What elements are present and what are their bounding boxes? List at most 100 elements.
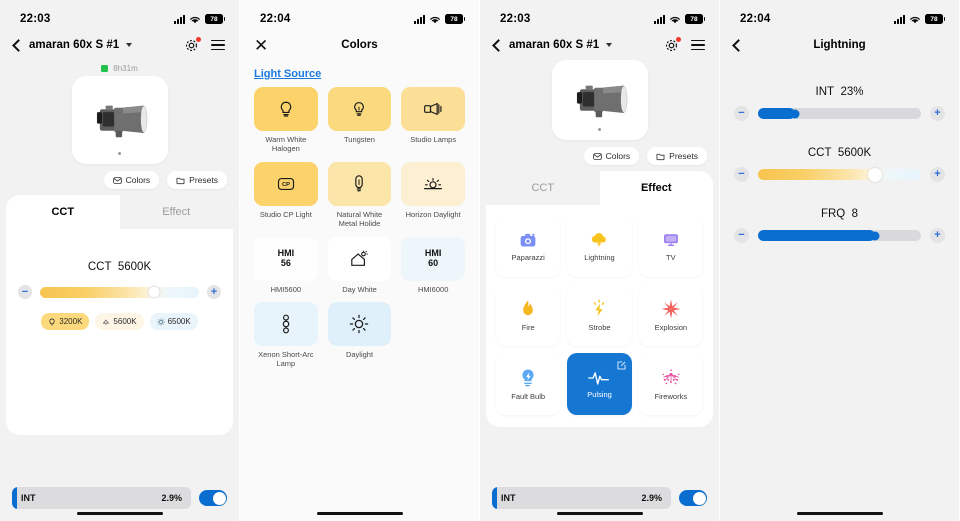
swatch-natural-white-metal-holide[interactable]: Natural White Metal Holide xyxy=(327,161,392,229)
swatch-horizon-daylight[interactable]: Horizon Daylight xyxy=(401,161,465,229)
colors-button[interactable]: Colors xyxy=(583,147,640,165)
tab-effect[interactable]: Effect xyxy=(599,171,713,205)
int-decrease-button[interactable]: − xyxy=(734,106,749,121)
presets-button[interactable]: Presets xyxy=(647,147,707,165)
cct-decrease-button[interactable]: − xyxy=(734,167,749,182)
preset-6500k[interactable]: 6500K xyxy=(149,313,198,330)
cct-slider-knob[interactable] xyxy=(147,285,161,299)
svg-text:CP: CP xyxy=(282,182,290,188)
gear-icon[interactable] xyxy=(184,36,201,53)
int-increase-button[interactable]: + xyxy=(930,106,945,121)
effect-explosion[interactable]: Explosion xyxy=(638,284,703,346)
gear-icon[interactable] xyxy=(664,36,681,53)
runtime-row: 8h31m xyxy=(101,64,138,73)
int-slider-track[interactable] xyxy=(758,108,921,119)
intensity-bar-row: INT 2.9% xyxy=(0,487,239,509)
chevron-down-icon[interactable] xyxy=(606,43,613,47)
chevron-left-icon[interactable] xyxy=(12,38,25,52)
tab-cct[interactable]: CCT xyxy=(486,171,600,205)
tab-cct[interactable]: CCT xyxy=(6,195,120,229)
cct-increase-button[interactable]: + xyxy=(207,285,221,299)
preset-3200k[interactable]: 3200K xyxy=(41,313,90,330)
cct-slider-track[interactable] xyxy=(758,167,921,182)
swatch-hmi5600[interactable]: HMI 56 HMI5600 xyxy=(254,236,318,294)
effect-pulsing[interactable]: Pulsing xyxy=(567,353,632,415)
chevron-down-icon[interactable] xyxy=(126,43,133,47)
hamburger-icon[interactable] xyxy=(211,39,225,51)
int-readout: INT 23% xyxy=(720,86,959,98)
cct-increase-button[interactable]: + xyxy=(930,167,945,182)
intensity-slider[interactable]: INT 2.9% xyxy=(492,487,671,509)
tube-bulb-icon xyxy=(355,174,364,192)
page-title: Lightning xyxy=(813,39,866,51)
swatch-daylight[interactable]: Daylight xyxy=(327,301,392,369)
swatch-day-white[interactable]: Day White xyxy=(327,236,392,294)
effect-fault-bulb[interactable]: Fault Bulb xyxy=(496,353,561,415)
cct-readout: CCT 5600K xyxy=(720,147,959,159)
swatch-label: Natural White Metal Holide xyxy=(336,209,383,229)
effect-paparazzi[interactable]: Paparazzi xyxy=(496,215,561,277)
cct-slider-row: − + xyxy=(6,273,233,299)
int-slider-knob[interactable] xyxy=(790,109,800,118)
device-hero: 8h31m xyxy=(0,60,239,164)
section-title-light-source[interactable]: Light Source xyxy=(240,60,479,84)
cct-slider-knob[interactable] xyxy=(868,167,883,182)
cct-preset-row: 3200K 5600K 6500K xyxy=(6,313,233,330)
frq-increase-button[interactable]: + xyxy=(930,228,945,243)
preset-5600k[interactable]: 5600K xyxy=(95,313,144,330)
frq-slider-knob[interactable] xyxy=(870,231,880,240)
power-toggle[interactable] xyxy=(679,490,707,506)
intensity-label: INT xyxy=(21,493,36,503)
swatch-tile: CP xyxy=(254,161,318,206)
bulb-icon xyxy=(354,102,365,116)
effect-strobe[interactable]: Strobe xyxy=(567,284,632,346)
effect-tv[interactable]: TV xyxy=(638,215,703,277)
swatch-warm-white-halogen[interactable]: Warm White Halogen xyxy=(254,87,318,154)
effect-lightning[interactable]: Lightning xyxy=(567,215,632,277)
cct-slider-track[interactable] xyxy=(40,285,199,299)
chevron-left-icon[interactable] xyxy=(732,38,745,52)
frq-decrease-button[interactable]: − xyxy=(734,228,749,243)
fault-bulb-icon xyxy=(522,369,534,386)
swatch-label: Horizon Daylight xyxy=(405,209,461,219)
swatch-studio-cp-light[interactable]: CP Studio CP Light xyxy=(254,161,318,229)
swatch-label: Warm White Halogen xyxy=(265,135,307,154)
swatch-hmi6000[interactable]: HMI 60 HMI6000 xyxy=(401,236,465,294)
effect-label: Paparazzi xyxy=(511,252,545,262)
swatch-label: Studio CP Light xyxy=(259,209,312,219)
effect-fire[interactable]: Fire xyxy=(496,284,561,346)
status-time: 22:03 xyxy=(20,13,51,25)
status-indicators: 78 xyxy=(174,14,225,24)
status-indicators: 78 xyxy=(414,14,465,24)
intensity-slider[interactable]: INT 2.9% xyxy=(12,487,191,509)
effect-label: Explosion xyxy=(654,322,688,332)
tab-effect-label: Effect xyxy=(640,182,672,194)
swatch-xenon-short-arc-lamp[interactable]: Xenon Short-Arc Lamp xyxy=(254,301,318,369)
explosion-icon xyxy=(661,298,681,319)
colors-button[interactable]: Colors xyxy=(103,171,160,189)
power-toggle[interactable] xyxy=(199,490,227,506)
battery-icon: 78 xyxy=(205,14,225,24)
device-card[interactable] xyxy=(551,60,648,140)
cct-decrease-button[interactable]: − xyxy=(18,285,32,299)
plus-icon: + xyxy=(210,285,218,298)
effect-fireworks[interactable]: Fireworks xyxy=(638,353,703,415)
tab-effect[interactable]: Effect xyxy=(119,195,233,229)
frq-slider-track[interactable] xyxy=(758,230,921,241)
chevron-left-icon[interactable] xyxy=(492,38,505,52)
frq-value: 8 xyxy=(851,208,859,220)
close-icon[interactable]: ✕ xyxy=(254,37,268,54)
effect-label: Fault Bulb xyxy=(511,391,546,401)
strobe-bolt-icon xyxy=(594,299,605,316)
swatch-tile xyxy=(327,161,392,206)
wifi-icon xyxy=(669,15,681,24)
flame-icon xyxy=(523,299,533,315)
device-card[interactable] xyxy=(71,76,168,164)
presets-button[interactable]: Presets xyxy=(167,171,227,189)
cellular-signal-icon xyxy=(414,14,425,24)
hamburger-icon[interactable] xyxy=(691,39,705,51)
edit-icon[interactable] xyxy=(616,358,627,376)
int-slider-row: − + xyxy=(720,98,959,121)
swatch-tungsten[interactable]: Tungsten xyxy=(327,87,392,154)
swatch-studio-lamps[interactable]: Studio Lamps xyxy=(401,87,465,154)
